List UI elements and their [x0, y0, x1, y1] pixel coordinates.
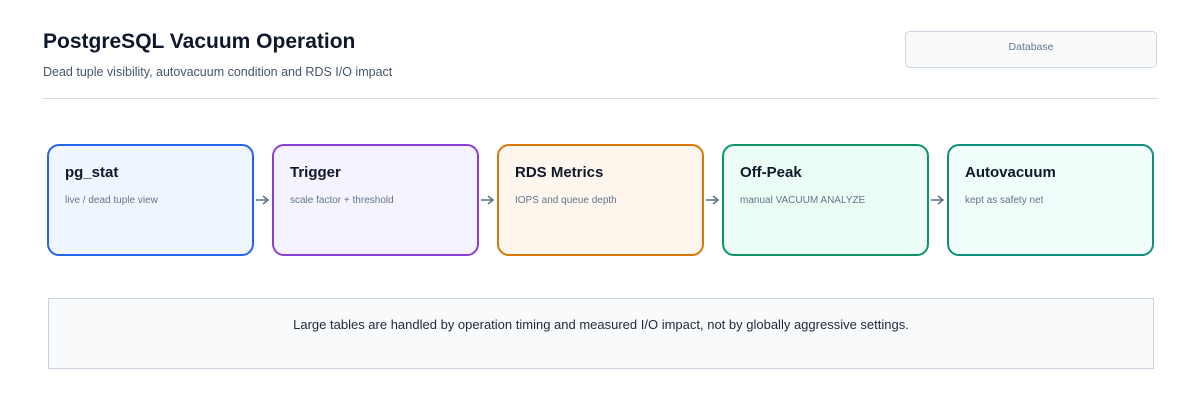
arrow-right-icon	[481, 195, 495, 205]
node-description: IOPS and queue depth	[515, 195, 617, 206]
page-header: PostgreSQL Vacuum Operation Dead tuple v…	[43, 28, 1158, 98]
node-title: pg_stat	[65, 164, 119, 181]
flow-node-pg-stat: pg_stat live / dead tuple view	[47, 144, 254, 256]
node-title: Autovacuum	[965, 164, 1056, 181]
page-subtitle: Dead tuple visibility, autovacuum condit…	[43, 65, 393, 79]
summary-note: Large tables are handled by operation ti…	[48, 298, 1154, 369]
node-description: manual VACUUM ANALYZE	[740, 195, 866, 206]
page-title: PostgreSQL Vacuum Operation	[43, 30, 356, 53]
node-title: Trigger	[290, 164, 341, 181]
vacuum-flow-diagram: pg_stat live / dead tuple view Trigger s…	[47, 144, 1154, 256]
arrow-right-icon	[931, 195, 945, 205]
node-description: kept as safety net	[965, 195, 1044, 206]
header-divider	[43, 98, 1158, 99]
node-description: live / dead tuple view	[65, 195, 158, 206]
flow-node-trigger: Trigger scale factor + threshold	[272, 144, 479, 256]
flow-node-autovacuum: Autovacuum kept as safety net	[947, 144, 1154, 256]
node-description: scale factor + threshold	[290, 195, 394, 206]
arrow-right-icon	[706, 195, 720, 205]
category-badge: Database	[905, 31, 1157, 68]
node-title: Off-Peak	[740, 164, 802, 181]
node-title: RDS Metrics	[515, 164, 604, 181]
flow-node-off-peak: Off-Peak manual VACUUM ANALYZE	[722, 144, 929, 256]
flow-node-rds-metrics: RDS Metrics IOPS and queue depth	[497, 144, 704, 256]
arrow-right-icon	[256, 195, 270, 205]
